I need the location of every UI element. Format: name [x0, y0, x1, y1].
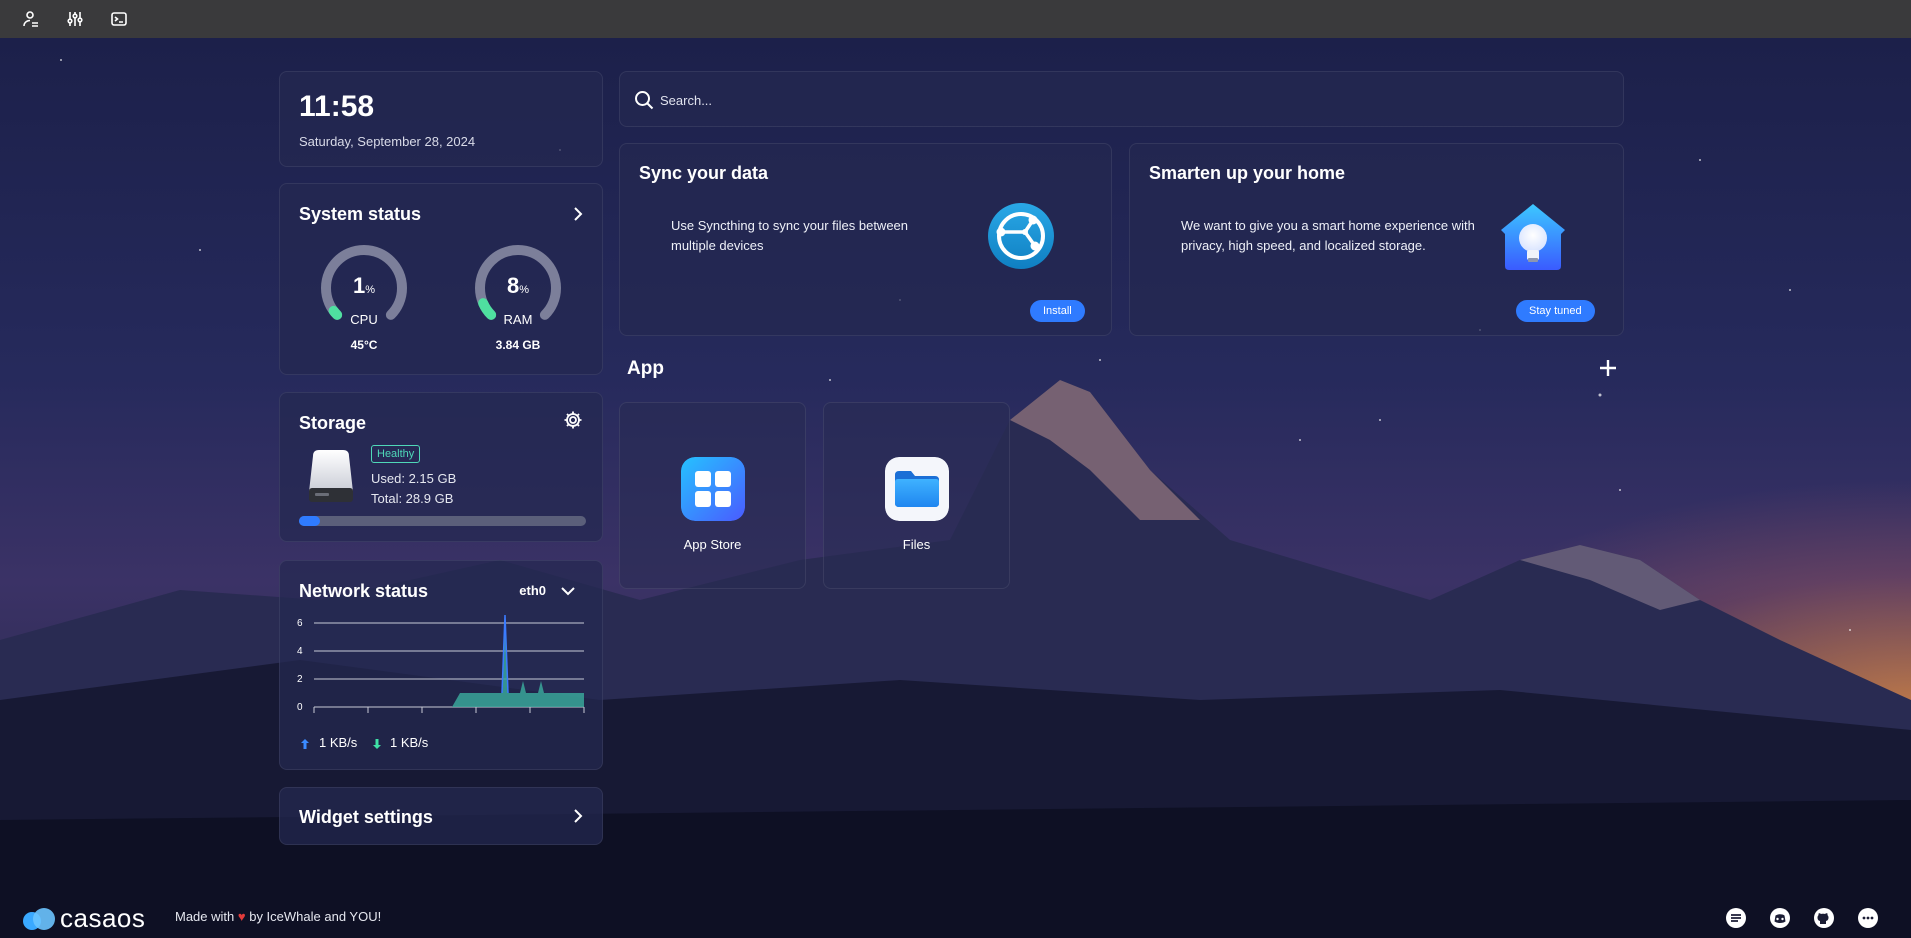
- sliders-icon[interactable]: [62, 6, 88, 32]
- chevron-down-icon[interactable]: [560, 583, 576, 599]
- folder-icon: [885, 457, 949, 521]
- clock-time: 11:58: [299, 90, 375, 123]
- health-badge: Healthy: [371, 445, 421, 463]
- top-toolbar: [0, 0, 1911, 38]
- network-status-title: Network status: [299, 581, 429, 601]
- upload-arrow-icon: [301, 739, 309, 749]
- ram-used: 3.84 GB: [495, 338, 541, 352]
- stay-tuned-button[interactable]: Stay tuned: [1516, 300, 1595, 322]
- storage-usage-bar: [299, 516, 586, 526]
- system-status-title: System status: [299, 204, 422, 224]
- widget-settings-button[interactable]: Widget settings: [279, 787, 603, 845]
- app-section-title: App: [627, 358, 664, 379]
- ram-gauge: 8% RAM 3.84 GB: [470, 240, 566, 352]
- syncthing-icon: [988, 203, 1054, 269]
- y-tick-0: 0: [297, 702, 303, 713]
- y-tick-6: 6: [297, 618, 303, 629]
- search-input[interactable]: [660, 84, 1600, 116]
- network-status-widget: Network status eth0 6 4 2 0 1 KB/s 1 KB/…: [279, 560, 603, 770]
- promo-description: We want to give you a smart home experie…: [1181, 218, 1475, 253]
- promo-description: Use Syncthing to sync your files between…: [671, 218, 909, 253]
- app-tile-files[interactable]: Files: [823, 402, 1010, 589]
- search-bar: [619, 71, 1624, 127]
- promo-title: Smarten up your home: [1149, 163, 1346, 183]
- heart-icon: ♥: [237, 909, 246, 924]
- chevron-right-icon: [574, 809, 583, 823]
- app-name: Files: [902, 537, 931, 552]
- cpu-value: 1%: [352, 273, 376, 298]
- app-name: App Store: [683, 537, 742, 552]
- cpu-temperature: 45°C: [350, 338, 378, 352]
- promo-card-smart-home: Smarten up your home We want to give you…: [1129, 143, 1624, 336]
- download-arrow-icon: [373, 739, 381, 749]
- search-icon: [635, 91, 654, 110]
- download-speed: 1 KB/s: [390, 735, 429, 750]
- promo-title: Sync your data: [639, 163, 769, 183]
- app-store-icon: [681, 457, 745, 521]
- forum-icon[interactable]: [1725, 907, 1747, 929]
- chat-bubble-icon[interactable]: [1857, 907, 1879, 929]
- interface-selector[interactable]: eth0: [519, 583, 546, 598]
- traffic-area: [452, 615, 584, 707]
- network-chart: 6 4 2 0: [297, 614, 585, 713]
- terminal-icon[interactable]: [106, 6, 132, 32]
- clock-widget: 11:58 Saturday, September 28, 2024: [279, 71, 603, 167]
- discord-icon[interactable]: [1769, 907, 1791, 929]
- ram-value: 8%: [506, 273, 530, 298]
- ram-label: RAM: [503, 312, 533, 327]
- user-settings-icon[interactable]: [18, 6, 44, 32]
- storage-usage-fill: [299, 516, 321, 526]
- install-button[interactable]: Install: [1030, 300, 1085, 322]
- widget-settings-title: Widget settings: [299, 807, 433, 827]
- github-icon[interactable]: [1813, 907, 1835, 929]
- cpu-gauge: 1% CPU 45°C: [316, 240, 412, 352]
- y-tick-2: 2: [297, 674, 303, 685]
- system-status-widget: System status 1% CPU 45°C 8% RAM 3.84 GB: [279, 183, 603, 375]
- promo-card-sync: Sync your data Use Syncthing to sync you…: [619, 143, 1112, 336]
- chevron-right-icon[interactable]: [570, 206, 586, 222]
- app-tile-app-store[interactable]: App Store: [619, 402, 806, 589]
- clock-date: Saturday, September 28, 2024: [299, 134, 476, 149]
- storage-total: Total: 28.9 GB: [371, 491, 454, 506]
- storage-title: Storage: [299, 413, 367, 433]
- made-with-text: Made with ♥ by IceWhale and YOU!: [175, 909, 382, 924]
- casaos-logo-icon: [23, 907, 55, 930]
- smart-home-icon: [1501, 204, 1565, 270]
- y-tick-4: 4: [297, 646, 303, 657]
- footer: casaos Made with ♥ by IceWhale and YOU!: [0, 894, 1911, 938]
- hard-drive-icon: [309, 450, 353, 502]
- cpu-label: CPU: [350, 312, 378, 327]
- storage-widget: Storage Healthy Used: 2.15 GB Total: 28.…: [279, 392, 603, 542]
- casaos-logo: casaos: [22, 903, 145, 934]
- upload-speed: 1 KB/s: [319, 735, 358, 750]
- storage-used: Used: 2.15 GB: [371, 471, 457, 486]
- gear-icon[interactable]: [563, 410, 583, 430]
- brand-name: casaos: [60, 903, 146, 933]
- plus-icon[interactable]: [1598, 358, 1618, 378]
